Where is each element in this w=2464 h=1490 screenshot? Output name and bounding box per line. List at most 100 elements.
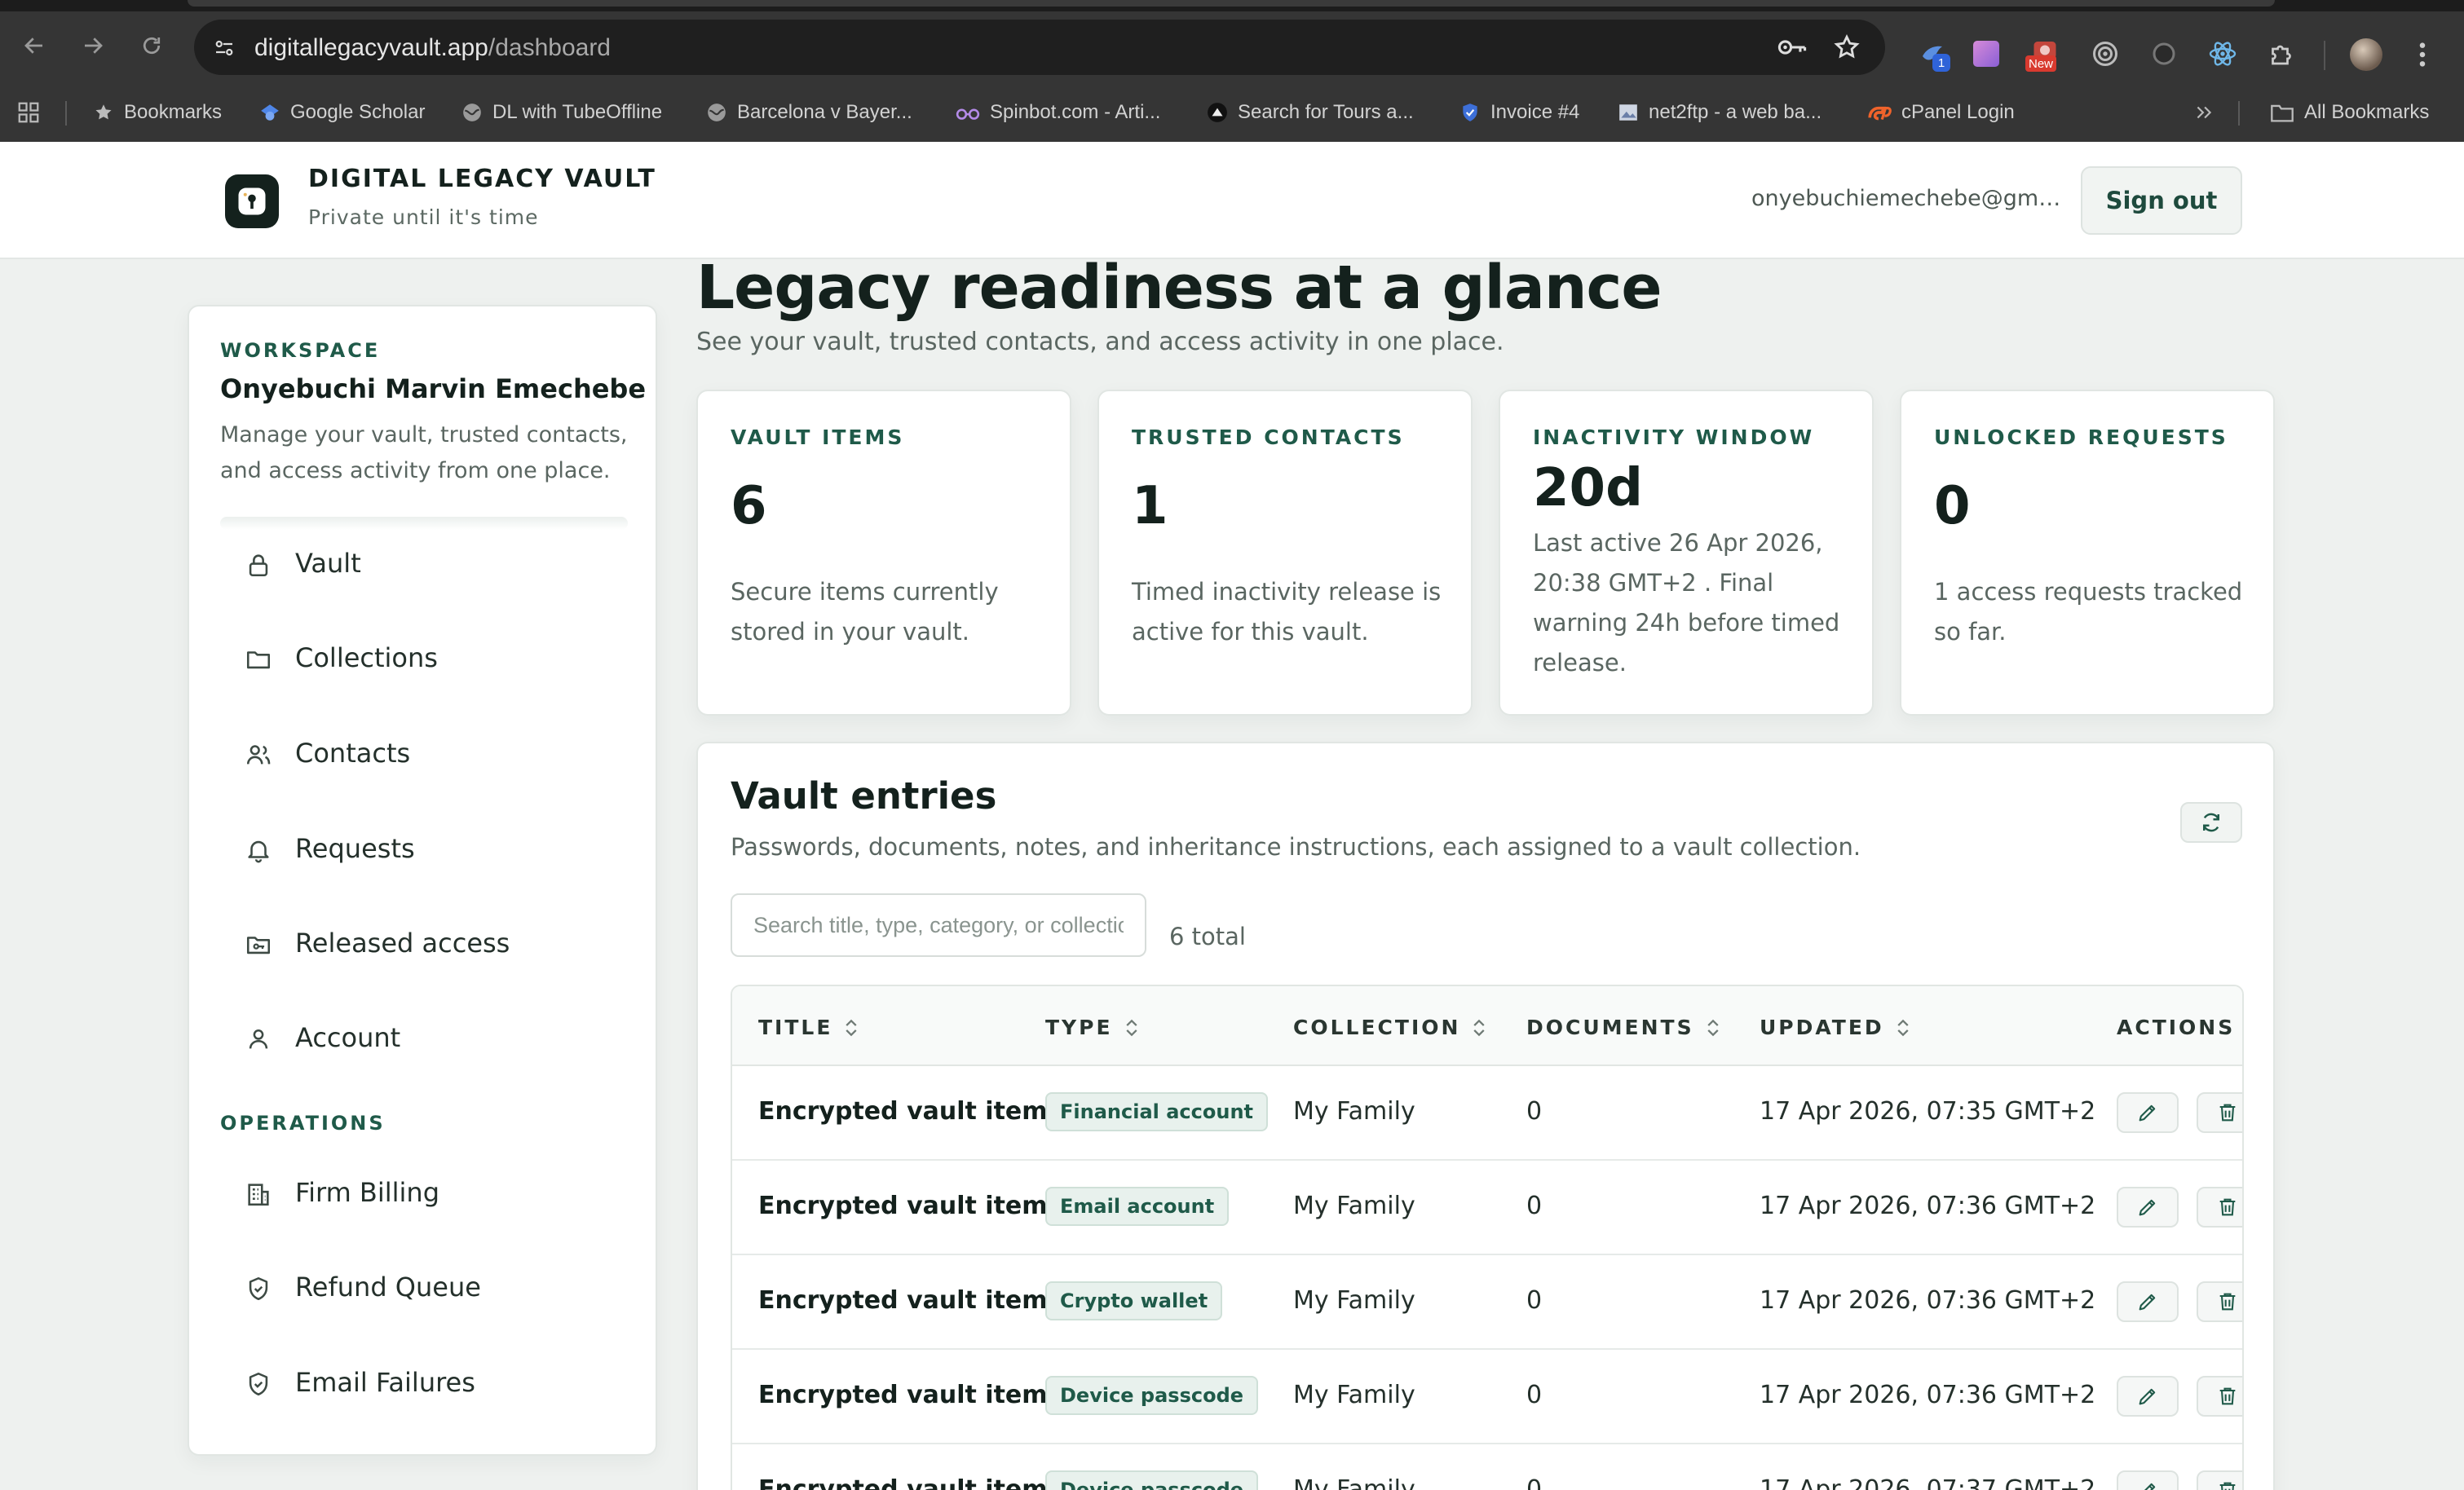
sidebar-item-released-access[interactable]: Released access xyxy=(220,911,628,976)
scholar-icon xyxy=(261,104,279,121)
browser-menu-icon[interactable] xyxy=(2418,41,2426,68)
pencil-icon xyxy=(2139,1388,2156,1405)
delete-button[interactable] xyxy=(2197,1092,2242,1133)
bookmark-label: Barcelona v Bayer... xyxy=(737,101,912,123)
cell-title[interactable]: Encrypted vault item xyxy=(758,1097,1048,1126)
extension-react-icon[interactable] xyxy=(2208,39,2237,68)
extension-target-icon[interactable] xyxy=(2091,39,2120,68)
bookmark-item[interactable]: Spinbot.com - Arti... xyxy=(956,98,1160,127)
stat-card-trusted-contacts: TRUSTED CONTACTS 1 Timed inactivity rele… xyxy=(1097,390,1473,716)
refresh-button[interactable] xyxy=(2180,802,2242,843)
sidebar-item-label: Collections xyxy=(295,642,438,673)
page-title: Legacy readiness at a glance xyxy=(696,253,1663,323)
brand-tagline: Private until it's time xyxy=(308,205,539,229)
workspace-description: Manage your vault, trusted contacts, and… xyxy=(220,422,628,483)
column-header-updated[interactable]: UPDATED xyxy=(1760,1016,1910,1039)
sidebar-item-firm-billing[interactable]: Firm Billing xyxy=(220,1161,628,1226)
extension-new-icon[interactable]: New xyxy=(2025,39,2060,72)
trash-icon xyxy=(2219,1104,2236,1122)
bookmark-item[interactable]: Search for Tours a... xyxy=(1207,98,1414,127)
bookmark-item[interactable]: Barcelona v Bayer... xyxy=(706,98,912,127)
cell-title[interactable]: Encrypted vault item xyxy=(758,1192,1048,1220)
sort-icon xyxy=(1897,1019,1909,1036)
sidebar-item-collections[interactable]: Collections xyxy=(220,626,628,691)
active-tab-edge xyxy=(188,0,2275,7)
table-row: Encrypted vault item Device passcode My … xyxy=(732,1350,2242,1444)
pencil-icon xyxy=(2139,1199,2156,1216)
bookmark-item[interactable]: DL with TubeOffline xyxy=(461,98,662,127)
sort-icon xyxy=(1707,1019,1719,1036)
vault-logo-icon[interactable] xyxy=(225,174,279,228)
stat-description: 1 access requests tracked so far. xyxy=(1934,578,2243,646)
column-header-collection[interactable]: COLLECTION xyxy=(1293,1016,1486,1039)
profile-avatar[interactable] xyxy=(2350,38,2382,71)
table-row: Encrypted vault item Email account My Fa… xyxy=(732,1161,2242,1255)
pencil-icon xyxy=(2144,1483,2156,1490)
bookmark-star-icon[interactable] xyxy=(1833,33,1861,61)
operations-label: OPERATIONS xyxy=(220,1112,386,1135)
bookmark-item[interactable]: Bookmarks xyxy=(93,98,222,127)
bookmark-item[interactable]: cPanel Login xyxy=(1867,98,2015,127)
stat-value: 0 xyxy=(1934,476,1971,536)
cell-updated: 17 Apr 2026, 07:36 GMT+2 xyxy=(1760,1192,2096,1220)
extension-badge-count: 1 xyxy=(1932,54,1950,72)
users-icon xyxy=(246,745,271,765)
delete-button[interactable] xyxy=(2197,1376,2242,1417)
forward-arrow-icon[interactable] xyxy=(77,29,109,62)
sign-out-button[interactable]: Sign out xyxy=(2081,166,2242,235)
extension-bird-icon[interactable]: 1 xyxy=(1918,39,1950,72)
vault-search-input[interactable] xyxy=(731,893,1146,957)
cell-title[interactable]: Encrypted vault item xyxy=(758,1475,1048,1490)
trash-icon xyxy=(2219,1198,2236,1216)
column-header-title[interactable]: TITLE xyxy=(758,1016,859,1039)
stat-label: VAULT ITEMS xyxy=(731,425,905,449)
sidebar-item-label: Vault xyxy=(295,548,361,579)
reload-icon[interactable] xyxy=(135,29,168,62)
edit-button[interactable] xyxy=(2117,1092,2179,1133)
trash-icon xyxy=(2219,1387,2236,1405)
sidebar-item-label: Firm Billing xyxy=(295,1177,440,1208)
cell-collection: My Family xyxy=(1293,1286,1415,1315)
type-badge: Email account xyxy=(1045,1187,1230,1226)
cell-collection: My Family xyxy=(1293,1381,1415,1409)
site-settings-icon[interactable] xyxy=(212,36,236,60)
column-header-type[interactable]: TYPE xyxy=(1045,1016,1139,1039)
bookmark-item[interactable]: Invoice #4 xyxy=(1459,98,1579,127)
sidebar-item-email-failures[interactable]: Email Failures xyxy=(220,1351,628,1416)
bookmark-label: net2ftp - a web ba... xyxy=(1649,101,1822,123)
bookmark-item[interactable]: net2ftp - a web ba... xyxy=(1618,98,1822,127)
password-key-icon[interactable] xyxy=(1776,33,1808,61)
delete-button[interactable] xyxy=(2197,1470,2242,1490)
sidebar-item-vault[interactable]: Vault xyxy=(220,531,628,597)
all-bookmarks-folder[interactable]: All Bookmarks xyxy=(2270,98,2429,127)
delete-button[interactable] xyxy=(2197,1281,2242,1322)
edit-button[interactable] xyxy=(2117,1470,2179,1490)
extension-circle-icon[interactable] xyxy=(2149,39,2179,68)
all-bookmarks-label: All Bookmarks xyxy=(2304,101,2430,123)
bookmark-item[interactable]: Google Scholar xyxy=(259,98,425,127)
edit-button[interactable] xyxy=(2117,1376,2179,1417)
stat-card-inactivity-window: INACTIVITY WINDOW 20d Last active 26 Apr… xyxy=(1499,390,1874,716)
extension-gradient-icon[interactable] xyxy=(1973,41,1999,67)
more-bookmarks-icon[interactable] xyxy=(2193,98,2215,127)
shield-check-icon xyxy=(249,1372,268,1396)
sidebar-item-requests[interactable]: Requests xyxy=(220,817,628,882)
column-header-documents[interactable]: DOCUMENTS xyxy=(1526,1016,1720,1039)
bookmark-label: Search for Tours a... xyxy=(1238,101,1414,123)
edit-button[interactable] xyxy=(2117,1281,2179,1322)
extensions-puzzle-icon[interactable] xyxy=(2267,39,2296,68)
cell-documents: 0 xyxy=(1526,1381,1543,1409)
back-arrow-icon[interactable] xyxy=(18,29,51,62)
cell-title[interactable]: Encrypted vault item xyxy=(758,1286,1048,1315)
address-bar[interactable]: digitallegacyvault.app/dashboard xyxy=(194,20,1885,75)
edit-button[interactable] xyxy=(2117,1187,2179,1228)
apps-grid-icon[interactable] xyxy=(16,98,41,127)
sidebar-item-contacts[interactable]: Contacts xyxy=(220,721,628,787)
bookmark-label: DL with TubeOffline xyxy=(492,101,663,123)
bookmarks-bar: Bookmarks Google Scholar DL with TubeOff… xyxy=(0,83,2464,142)
delete-button[interactable] xyxy=(2197,1187,2242,1228)
sidebar-item-account[interactable]: Account xyxy=(220,1006,628,1071)
bookmarks-divider xyxy=(2238,101,2240,126)
sidebar-item-refund-queue[interactable]: Refund Queue xyxy=(220,1255,628,1320)
cell-title[interactable]: Encrypted vault item xyxy=(758,1381,1048,1409)
